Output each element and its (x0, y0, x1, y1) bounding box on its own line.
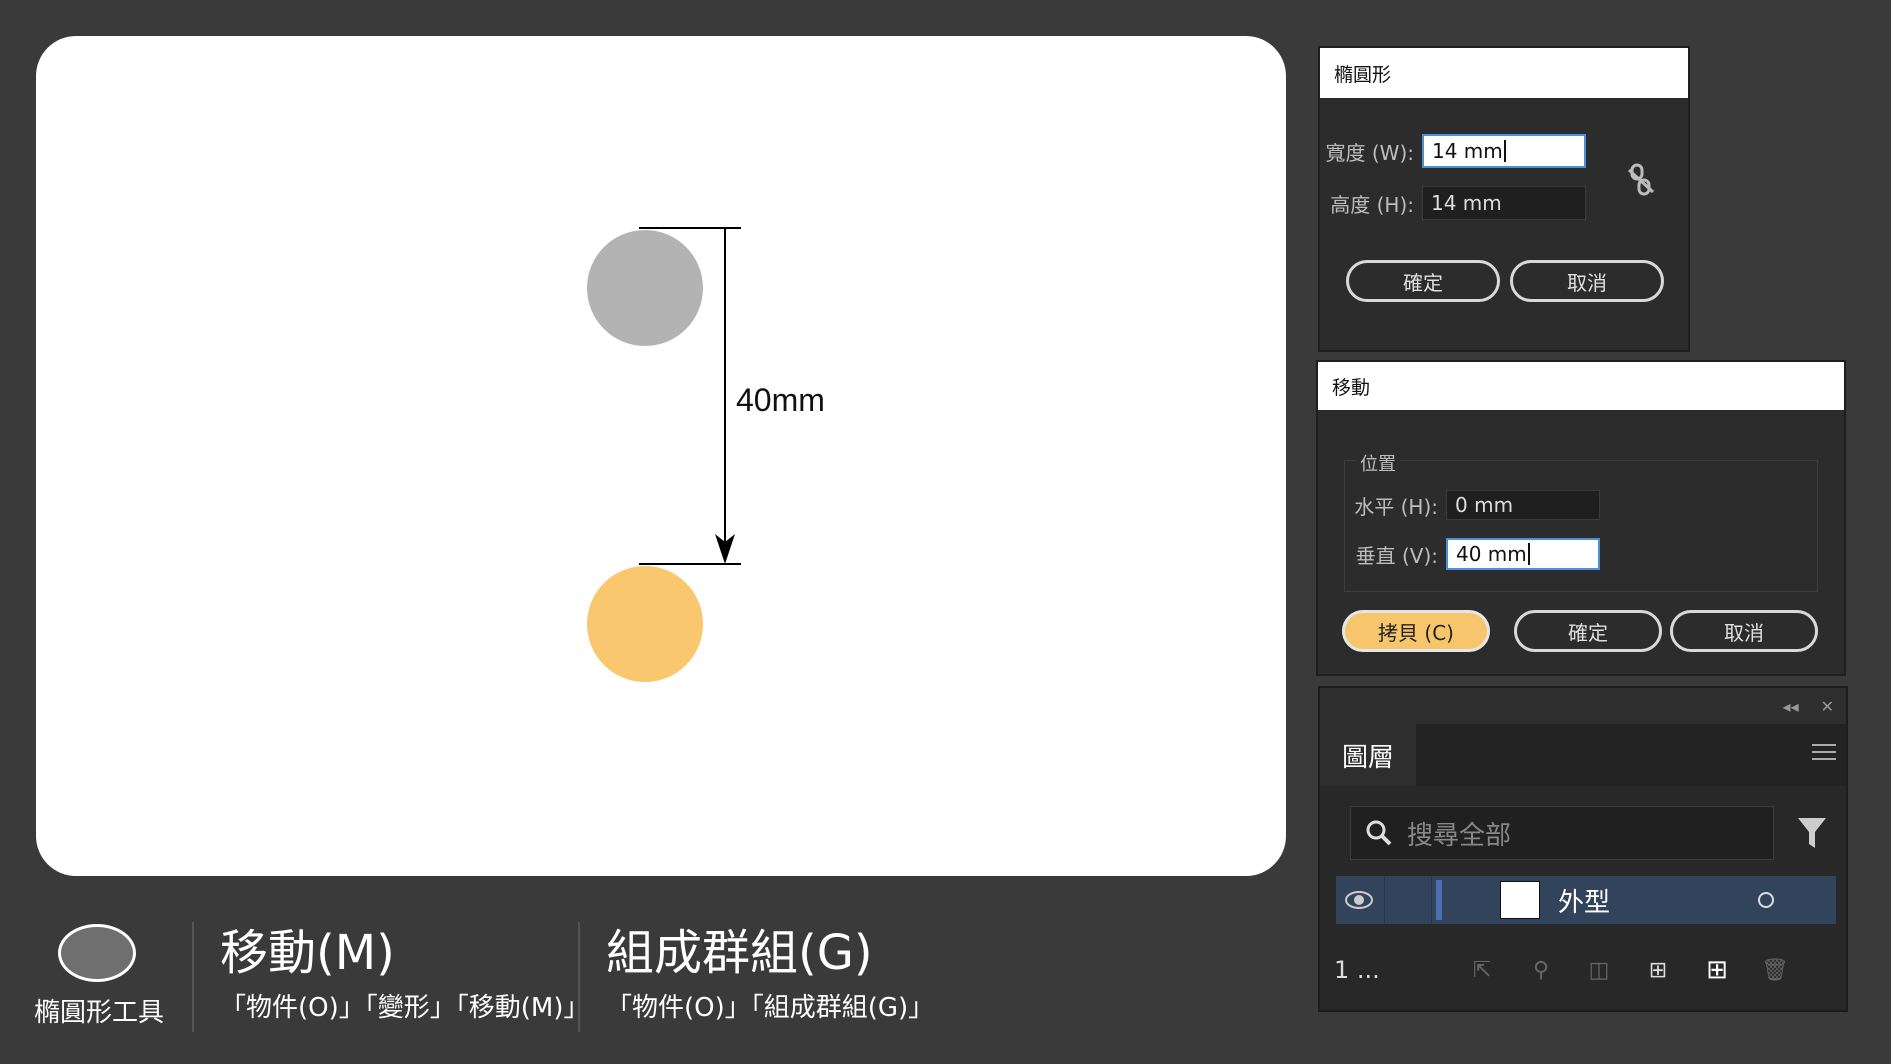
cancel-button[interactable]: 取消 (1670, 610, 1818, 652)
position-group (1344, 460, 1818, 592)
export-icon[interactable]: ⇱ (1452, 958, 1512, 983)
visibility-eye-icon[interactable] (1344, 890, 1374, 910)
height-label: 高度 (H): (1330, 192, 1414, 217)
width-label: 寬度 (W): (1325, 140, 1414, 165)
ellipse-dialog-title: 橢圓形 (1320, 48, 1688, 98)
cancel-button[interactable]: 取消 (1510, 260, 1664, 302)
ellipse-tool-label: 橢圓形工具 (34, 998, 165, 1028)
horizontal-label: 水平 (H): (1354, 494, 1438, 519)
ok-button[interactable]: 確定 (1514, 610, 1662, 652)
layer-color-bar (1436, 880, 1442, 920)
artboard: 40mm (36, 36, 1286, 876)
new-sublayer-icon[interactable]: ⊞ (1628, 958, 1688, 983)
height-field[interactable]: 14 mm (1422, 186, 1586, 220)
search-placeholder: 搜尋全部 (1407, 820, 1512, 851)
legend-divider (578, 922, 580, 1032)
tab-layers[interactable]: 圖層 (1320, 724, 1416, 786)
vertical-field[interactable]: 40 mm (1446, 538, 1600, 570)
horizontal-field[interactable]: 0 mm (1446, 490, 1600, 520)
original-circle[interactable] (587, 230, 703, 346)
legend-move: 移動(M) 「物件(O)」「變形」「移動(M)」 (220, 922, 589, 1026)
panel-menu-icon[interactable] (1812, 744, 1836, 765)
panel-topbar: ◂◂ ✕ (1320, 688, 1846, 724)
delete-icon[interactable]: 🗑 (1746, 958, 1804, 983)
position-group-label: 位置 (1356, 450, 1400, 476)
clipping-mask-icon[interactable]: ◫ (1570, 958, 1628, 983)
panel-tab-row: 圖層 (1320, 724, 1846, 786)
layers-panel: ◂◂ ✕ 圖層 搜尋全部 外型 1 ... ⇱ ⚲ ◫ ⊞ ⊞ 🗑 (1318, 686, 1848, 1012)
vertical-row: 垂直 (V): 40 mm (1318, 538, 1600, 570)
width-field[interactable]: 14 mm (1422, 134, 1586, 168)
locate-object-icon[interactable]: ⚲ (1512, 958, 1570, 983)
layer-row[interactable]: 外型 (1336, 876, 1836, 924)
copy-button[interactable]: 拷貝 (C) (1342, 610, 1490, 652)
layer-search-input[interactable]: 搜尋全部 (1350, 806, 1774, 860)
ellipse-tool-icon (58, 924, 136, 982)
layer-name: 外型 (1558, 887, 1611, 918)
group-command-path: 「物件(O)」「組成群組(G)」 (606, 993, 935, 1023)
group-command-title: 組成群組(G) (606, 925, 873, 981)
layer-count: 1 ... (1334, 956, 1380, 984)
measurement-label: 40mm (736, 382, 825, 418)
artboard-drawing: 40mm (587, 227, 825, 682)
copied-circle[interactable] (587, 566, 703, 682)
filter-icon[interactable] (1796, 816, 1828, 850)
vertical-label: 垂直 (V): (1355, 543, 1438, 568)
unlink-icon[interactable] (1626, 162, 1656, 198)
collapse-panel-icon[interactable]: ◂◂ (1783, 697, 1799, 716)
height-row: 高度 (H): 14 mm (1324, 186, 1586, 220)
move-command-title: 移動(M) (220, 925, 395, 981)
legend-divider (192, 922, 194, 1032)
new-layer-icon[interactable]: ⊞ (1688, 955, 1746, 985)
move-dialog-title: 移動 (1318, 362, 1844, 410)
legend-group: 組成群組(G) 「物件(O)」「組成群組(G)」 (606, 922, 934, 1026)
search-icon (1366, 820, 1392, 846)
ok-button[interactable]: 確定 (1346, 260, 1500, 302)
close-panel-icon[interactable]: ✕ (1821, 697, 1834, 716)
width-row: 寬度 (W): 14 mm (1324, 134, 1586, 168)
panel-bottombar: 1 ... ⇱ ⚲ ◫ ⊞ ⊞ 🗑 (1320, 950, 1846, 990)
ellipse-dialog: 橢圓形 寬度 (W): 14 mm 高度 (H): 14 mm 確定 取消 (1318, 46, 1690, 352)
lock-toggle[interactable] (1384, 876, 1432, 924)
move-command-path: 「物件(O)」「變形」「移動(M)」 (220, 993, 590, 1023)
horizontal-row: 水平 (H): 0 mm (1318, 490, 1600, 520)
layer-thumbnail (1500, 881, 1540, 919)
move-dialog: 移動 位置 水平 (H): 0 mm 垂直 (V): 40 mm 拷貝 (C) … (1316, 360, 1846, 676)
target-circle-icon[interactable] (1758, 892, 1774, 908)
